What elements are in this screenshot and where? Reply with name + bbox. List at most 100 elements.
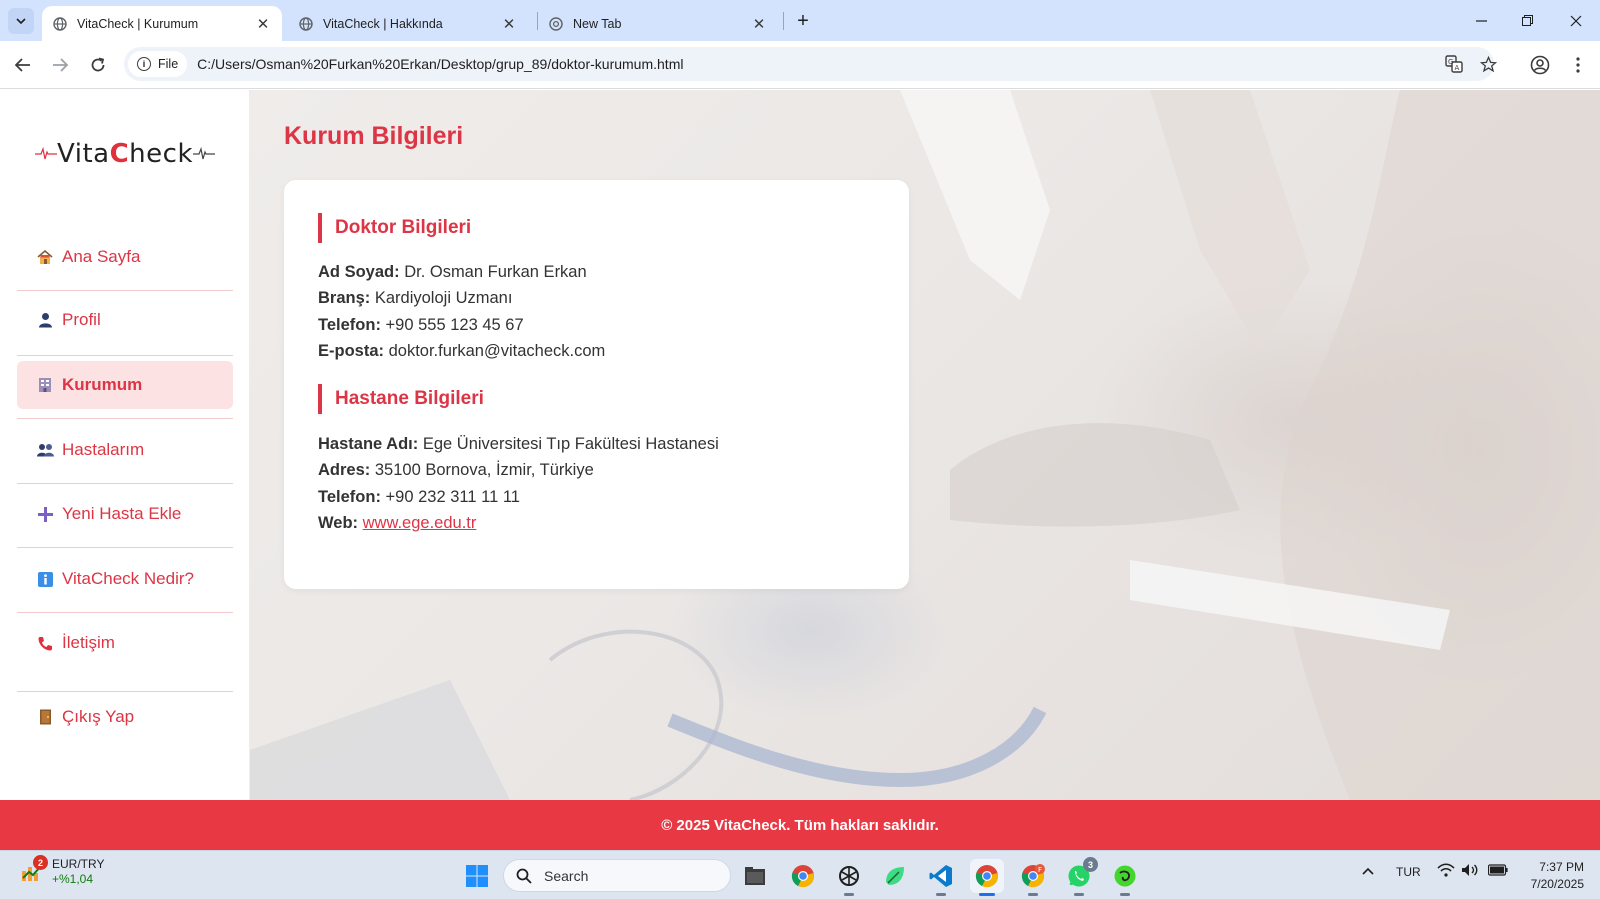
row-value: +90 555 123 45 67 <box>385 316 524 334</box>
widget-change: +%1,04 <box>52 872 94 886</box>
tab-title: VitaCheck | Hakkında <box>323 16 443 31</box>
svg-text:A: A <box>1455 64 1460 72</box>
running-indicator <box>844 893 854 896</box>
chrome-profile-icon[interactable]: F <box>1016 859 1050 896</box>
windows-start-icon[interactable] <box>460 859 494 893</box>
minimize-icon[interactable] <box>1458 0 1504 41</box>
whatsapp-icon[interactable]: 3 <box>1062 857 1098 896</box>
nav-divider <box>17 355 233 356</box>
forward-arrow-icon[interactable] <box>46 51 74 79</box>
system-clock[interactable]: 7:37 PM 7/20/2025 <box>1531 859 1584 893</box>
page-content: VitaCheck Ana Sayfa Profil Kurumum Hasta… <box>0 90 1600 800</box>
browser-toolbar: i File C:/Users/Osman%20Furkan%20Erkan/D… <box>0 41 1600 89</box>
logo-suffix: heck <box>129 139 193 169</box>
info-card: Doktor Bilgileri Ad Soyad: Dr. Osman Fur… <box>284 180 909 589</box>
page-title: Kurum Bilgileri <box>284 122 464 150</box>
tab-separator <box>783 12 784 30</box>
browser-tab-new[interactable]: New Tab ✕ <box>538 6 778 41</box>
chrome-active-icon[interactable] <box>970 859 1004 896</box>
footer-text: © 2025 VitaCheck. Tüm hakları saklıdır. <box>661 816 939 834</box>
close-window-icon[interactable] <box>1553 0 1599 41</box>
translate-icon[interactable]: GA <box>1442 52 1466 76</box>
nav-divider <box>17 612 233 613</box>
sidebar-item-label: Ana Sayfa <box>62 247 141 266</box>
row-label: Web: <box>318 514 359 532</box>
site-info-chip[interactable]: i File <box>128 51 188 77</box>
browser-tab-kurumum[interactable]: VitaCheck | Kurumum ✕ <box>42 6 282 41</box>
row-label: Ad Soyad: <box>318 263 400 281</box>
plus-icon <box>36 506 54 522</box>
svg-text:G: G <box>1448 58 1453 66</box>
close-tab-icon[interactable]: ✕ <box>750 15 768 33</box>
tab-search-button[interactable] <box>8 8 34 34</box>
hospital-section-title: Hastane Bilgileri <box>318 384 484 414</box>
sidebar-item-ana-sayfa[interactable]: Ana Sayfa <box>17 233 233 281</box>
sidebar-item-kurumum[interactable]: Kurumum <box>17 361 233 409</box>
battery-icon[interactable] <box>1487 864 1508 879</box>
heartbeat-right-icon <box>193 146 215 160</box>
close-tab-icon[interactable]: ✕ <box>254 15 272 33</box>
vitacheck-logo[interactable]: VitaCheck <box>35 138 215 170</box>
doctor-name-row: Ad Soyad: Dr. Osman Furkan Erkan <box>318 263 587 282</box>
razer-icon[interactable] <box>1108 859 1142 896</box>
row-label: Telefon: <box>318 488 381 506</box>
hospital-address-row: Adres: 35100 Bornova, İzmir, Türkiye <box>318 461 594 480</box>
sidebar-item-label: Çıkış Yap <box>62 707 135 726</box>
logo-accent-letter: C <box>109 139 130 169</box>
sidebar-item-label: Profil <box>62 310 101 329</box>
running-indicator <box>936 893 946 896</box>
sidebar-item-label: Yeni Hasta Ekle <box>62 504 182 523</box>
language-indicator[interactable]: TUR <box>1396 865 1421 879</box>
back-arrow-icon[interactable] <box>9 51 37 79</box>
reload-icon[interactable] <box>84 51 112 79</box>
kebab-menu-icon[interactable] <box>1566 53 1590 77</box>
vscode-icon[interactable] <box>924 859 958 896</box>
row-label: Telefon: <box>318 316 381 334</box>
site-chip-label: File <box>158 57 179 71</box>
new-tab-plus-icon[interactable]: + <box>790 8 816 34</box>
sidebar-item-cikis-yap[interactable]: Çıkış Yap <box>17 693 233 741</box>
sidebar: VitaCheck Ana Sayfa Profil Kurumum Hasta… <box>0 90 250 800</box>
url-text[interactable]: C:/Users/Osman%20Furkan%20Erkan/Desktop/… <box>197 56 683 72</box>
sidebar-item-yeni-hasta-ekle[interactable]: Yeni Hasta Ekle <box>17 490 233 538</box>
globe-icon <box>298 16 314 32</box>
sidebar-item-vitacheck-nedir[interactable]: VitaCheck Nedir? <box>17 555 233 603</box>
info-icon <box>36 571 54 587</box>
volume-icon[interactable] <box>1461 863 1479 880</box>
address-bar[interactable]: i File C:/Users/Osman%20Furkan%20Erkan/D… <box>124 47 1497 81</box>
page-footer: © 2025 VitaCheck. Tüm hakları saklıdır. <box>0 800 1600 850</box>
nav-divider <box>17 547 233 548</box>
file-explorer-icon[interactable] <box>738 859 772 893</box>
profile-avatar-icon[interactable] <box>1528 53 1552 77</box>
chrome-icon <box>548 16 564 32</box>
sidebar-item-label: Hastalarım <box>62 440 145 459</box>
row-value: +90 232 311 11 11 <box>385 488 520 506</box>
sidebar-item-profil[interactable]: Profil <box>17 296 233 344</box>
weather-currency-widget[interactable]: 2 EUR/TRY +%1,04 <box>18 855 105 887</box>
svg-text:F: F <box>1038 866 1042 874</box>
sidebar-item-iletisim[interactable]: İletişim <box>17 619 233 667</box>
tab-title: VitaCheck | Kurumum <box>77 16 199 31</box>
search-placeholder: Search <box>544 867 589 884</box>
whatsapp-badge: 3 <box>1083 857 1098 872</box>
sidebar-item-hastalarim[interactable]: Hastalarım <box>17 426 233 474</box>
search-icon <box>516 868 532 884</box>
close-tab-icon[interactable]: ✕ <box>500 15 518 33</box>
wifi-icon[interactable] <box>1437 863 1455 880</box>
nav-divider <box>17 483 233 484</box>
hospital-web-link[interactable]: www.ege.edu.tr <box>363 514 477 532</box>
nav-divider <box>17 290 233 291</box>
restore-icon[interactable] <box>1504 0 1550 41</box>
chrome-icon[interactable] <box>786 859 820 893</box>
widget-title: EUR/TRY <box>52 857 105 871</box>
taskbar-search[interactable]: Search <box>503 859 731 892</box>
door-icon <box>36 709 54 725</box>
nav-divider <box>17 691 233 692</box>
running-indicator <box>1074 893 1084 896</box>
star-bookmark-icon[interactable] <box>1476 52 1500 76</box>
running-indicator <box>1120 893 1130 896</box>
android-studio-icon[interactable] <box>878 859 912 893</box>
browser-tab-hakkinda[interactable]: VitaCheck | Hakkında ✕ <box>288 6 528 41</box>
chevron-up-icon[interactable] <box>1362 864 1374 878</box>
chatgpt-icon[interactable] <box>832 859 866 896</box>
